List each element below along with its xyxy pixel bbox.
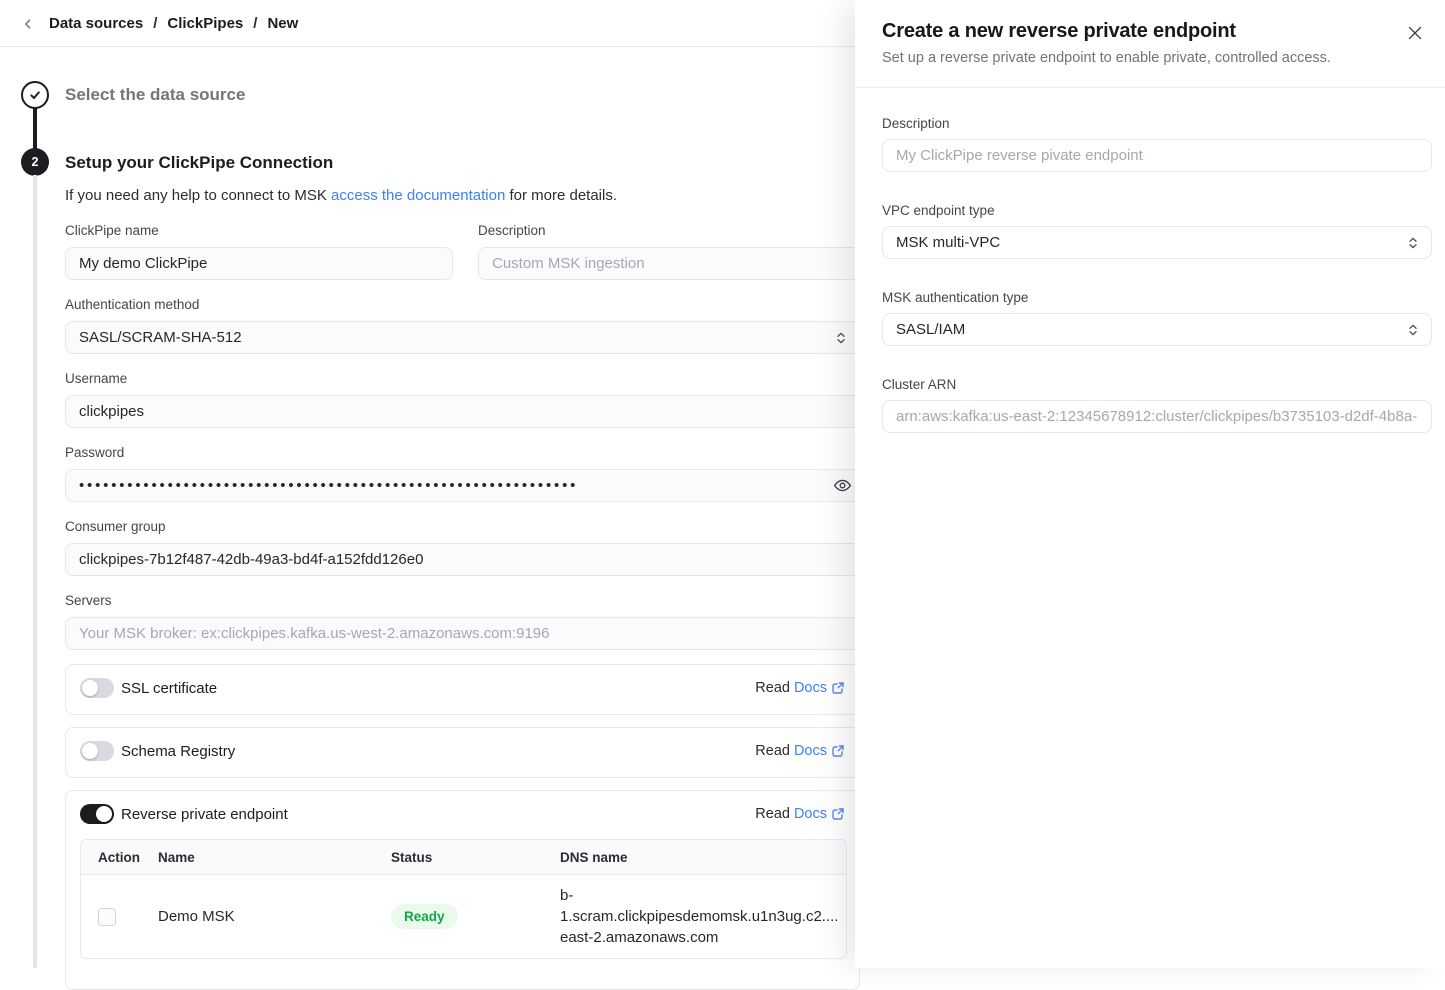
external-link-icon — [831, 744, 845, 758]
breadcrumb-separator: / — [253, 15, 257, 32]
panel-description-label: Description — [882, 116, 1432, 131]
read-text: Read — [755, 806, 790, 822]
schema-registry-card: Schema Registry Read Docs — [65, 727, 860, 778]
consumer-group-label: Consumer group — [65, 519, 166, 534]
endpoint-table: Action Name Status DNS name Demo MSK Rea… — [80, 839, 847, 959]
column-header-name: Name — [158, 850, 391, 865]
breadcrumb-new: New — [267, 15, 298, 32]
msk-authentication-type-select[interactable]: SASL/IAM — [882, 313, 1432, 346]
chevron-left-icon — [21, 17, 35, 31]
reverse-private-endpoint-toggle[interactable] — [80, 804, 114, 824]
step-1-title: Select the data source — [65, 85, 245, 105]
ssl-certificate-toggle[interactable] — [80, 678, 114, 698]
documentation-link[interactable]: access the documentation — [331, 187, 505, 204]
breadcrumb: Data sources / ClickPipes / New — [49, 0, 298, 46]
msk-authentication-type-label: MSK authentication type — [882, 290, 1432, 305]
clickpipes-setup-page: Data sources / ClickPipes / New 2 Select… — [0, 0, 1445, 968]
close-icon — [1408, 26, 1422, 40]
chevron-updown-icon — [1407, 236, 1419, 250]
row-checkbox[interactable] — [98, 908, 116, 926]
msk-authentication-type-value: SASL/IAM — [896, 321, 965, 338]
eye-icon[interactable] — [833, 476, 852, 495]
panel-body: Description VPC endpoint type MSK multi-… — [855, 88, 1445, 433]
schema-registry-label: Schema Registry — [121, 743, 235, 760]
breadcrumb-clickpipes[interactable]: ClickPipes — [167, 15, 243, 32]
column-header-dns: DNS name — [560, 850, 846, 865]
ssl-docs-link[interactable]: Docs — [794, 680, 827, 696]
panel-subtitle: Set up a reverse private endpoint to ena… — [882, 50, 1389, 66]
chevron-updown-icon — [1407, 323, 1419, 337]
dns-line: 1.scram.clickpipesdemomsk.u1n3ug.c2.... — [560, 906, 838, 927]
table-row: Demo MSK Ready b- 1.scram.clickpipesdemo… — [81, 875, 846, 958]
help-suffix: for more details. — [505, 187, 617, 204]
panel-description-input[interactable] — [882, 139, 1432, 172]
authentication-method-select[interactable]: SASL/SCRAM-SHA-512 — [65, 321, 860, 354]
back-button[interactable] — [16, 12, 40, 36]
servers-input[interactable] — [65, 617, 860, 650]
ssl-certificate-label: SSL certificate — [121, 680, 217, 697]
create-reverse-endpoint-panel: Create a new reverse private endpoint Se… — [855, 0, 1445, 968]
clickpipe-name-input[interactable] — [65, 247, 453, 280]
step-2-title: Setup your ClickPipe Connection — [65, 153, 333, 173]
reverse-private-endpoint-label: Reverse private endpoint — [121, 806, 288, 823]
vpc-endpoint-type-value: MSK multi-VPC — [896, 234, 1000, 251]
vpc-endpoint-type-label: VPC endpoint type — [882, 203, 1432, 218]
username-input[interactable] — [65, 395, 860, 428]
cluster-arn-input[interactable] — [882, 400, 1432, 433]
external-link-icon — [831, 807, 845, 821]
breadcrumb-data-sources[interactable]: Data sources — [49, 15, 143, 32]
chevron-updown-icon — [835, 331, 847, 345]
column-header-action: Action — [98, 850, 158, 865]
username-label: Username — [65, 371, 127, 386]
read-text: Read — [755, 743, 790, 759]
breadcrumb-separator: / — [153, 15, 157, 32]
password-label: Password — [65, 445, 124, 460]
help-text: If you need any help to connect to MSK a… — [65, 187, 617, 204]
endpoint-name: Demo MSK — [158, 908, 391, 925]
authentication-method-value: SASL/SCRAM-SHA-512 — [79, 329, 242, 346]
description-input[interactable] — [478, 247, 860, 280]
authentication-method-label: Authentication method — [65, 297, 199, 312]
cluster-arn-label: Cluster ARN — [882, 377, 1432, 392]
schema-registry-toggle[interactable] — [80, 741, 114, 761]
panel-header: Create a new reverse private endpoint Se… — [855, 0, 1445, 88]
dns-line: east-2.amazonaws.com — [560, 927, 838, 948]
step-1-indicator — [21, 81, 49, 109]
ssl-certificate-card: SSL certificate Read Docs — [65, 664, 860, 715]
help-prefix: If you need any help to connect to MSK — [65, 187, 331, 204]
schema-registry-docs-link[interactable]: Docs — [794, 743, 827, 759]
step-2-number: 2 — [32, 155, 39, 169]
step-connector — [33, 175, 37, 968]
reverse-endpoint-docs-link[interactable]: Docs — [794, 806, 827, 822]
read-text: Read — [755, 680, 790, 696]
dns-line: b- — [560, 885, 838, 906]
password-input[interactable] — [65, 469, 860, 502]
step-connector — [33, 108, 37, 149]
vpc-endpoint-type-select[interactable]: MSK multi-VPC — [882, 226, 1432, 259]
reverse-private-endpoint-card: Reverse private endpoint Read Docs Actio… — [65, 790, 860, 990]
description-label: Description — [478, 223, 546, 238]
column-header-status: Status — [391, 850, 560, 865]
close-button[interactable] — [1406, 24, 1424, 42]
panel-title: Create a new reverse private endpoint — [882, 20, 1389, 43]
endpoint-table-header: Action Name Status DNS name — [81, 840, 846, 875]
clickpipe-name-label: ClickPipe name — [65, 223, 159, 238]
external-link-icon — [831, 681, 845, 695]
status-badge: Ready — [391, 904, 458, 929]
dns-name: b- 1.scram.clickpipesdemomsk.u1n3ug.c2..… — [560, 875, 846, 958]
consumer-group-input[interactable] — [65, 543, 860, 576]
servers-label: Servers — [65, 593, 112, 608]
step-2-indicator: 2 — [21, 148, 49, 176]
check-icon — [28, 88, 42, 102]
